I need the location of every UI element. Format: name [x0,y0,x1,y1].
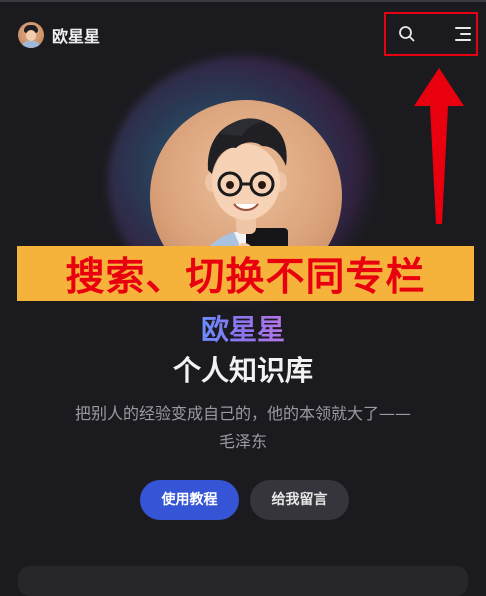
hero-name: 欧星星 [0,312,486,348]
annotation-arrow-icon [412,66,466,226]
menu-icon[interactable] [452,26,472,42]
site-brand-link[interactable]: 欧星星 [18,22,100,48]
tagline-line-2: 毛泽东 [218,432,267,451]
hero-name-text: 欧星星 [200,313,285,346]
site-name: 欧星星 [52,27,101,46]
site-logo-avatar [18,22,44,48]
content-card [18,566,468,596]
tutorial-button[interactable]: 使用教程 [140,480,239,520]
search-icon[interactable] [398,25,416,43]
annotation-text: 搜索、切换不同专栏 [65,254,426,300]
tagline-line-1: 把别人的经验变成自己的，他的本领就大了—— [74,404,411,423]
annotation-banner: 搜索、切换不同专栏 [17,246,474,301]
hero-subtitle: 个人知识库 [172,354,313,387]
leave-message-button[interactable]: 给我留言 [250,480,349,520]
hero-tagline: 把别人的经验变成自己的，他的本领就大了—— 毛泽东 [40,400,446,456]
